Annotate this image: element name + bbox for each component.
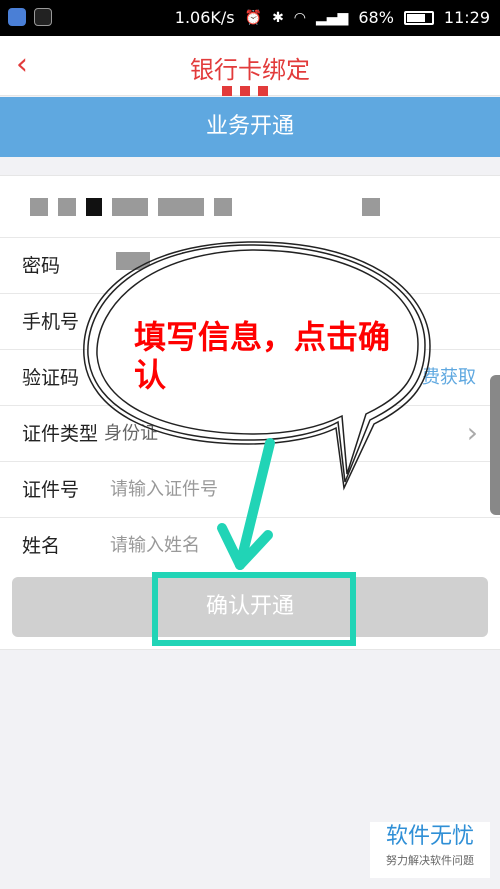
battery-icon <box>403 10 434 25</box>
card-number-row <box>0 176 500 238</box>
name-label: 姓名 <box>22 535 61 557</box>
annotation-text: 填写信息，点击确认 <box>134 318 391 394</box>
id-type-row[interactable]: 证件类型 身份证 › <box>0 406 500 462</box>
id-type-value: 身份证 <box>104 423 158 444</box>
get-code-button[interactable]: 费获取 <box>422 350 476 406</box>
chevron-right-icon: › <box>466 416 478 449</box>
wifi-icon: ◠ <box>293 9 307 26</box>
masked-password <box>116 252 150 270</box>
clock: 11:29 <box>443 8 490 27</box>
alarm-icon: ⏰ <box>244 9 263 26</box>
network-speed: 1.06K/s <box>174 8 235 27</box>
section-banner: 业务开通 <box>0 97 500 157</box>
notification-icons <box>8 8 52 26</box>
title-bar: ‹ 银行卡绑定 <box>0 36 500 96</box>
status-right: 1.06K/s ⏰ ✱ ◠ ▂▄▆ 68% 11:29 <box>175 8 490 27</box>
battery-percent: 68% <box>358 8 394 27</box>
shield-icon <box>8 8 26 26</box>
redaction-marks <box>222 86 268 96</box>
name-row[interactable]: 姓名 请输入姓名 <box>0 518 500 574</box>
masked-password-2 <box>182 252 232 270</box>
password-row[interactable]: 密码 <box>0 238 500 294</box>
id-number-label: 证件号 <box>22 479 80 501</box>
highlight-box <box>152 572 356 646</box>
password-label: 密码 <box>22 255 61 277</box>
phone-label: 手机号 <box>22 311 80 333</box>
watermark-title: 软件无忧 <box>385 824 474 849</box>
code-label: 验证码 <box>22 367 80 389</box>
watermark: 软件无忧 努力解决软件问题 <box>370 822 490 878</box>
side-pull-tab[interactable] <box>490 375 500 515</box>
bluetooth-icon: ✱ <box>272 9 284 26</box>
id-type-label: 证件类型 <box>22 423 99 445</box>
masked-card-number <box>30 198 380 218</box>
page-title: 银行卡绑定 <box>190 56 310 84</box>
qq-icon <box>34 8 52 26</box>
id-number-row[interactable]: 证件号 请输入证件号 <box>0 462 500 518</box>
status-bar: 1.06K/s ⏰ ✱ ◠ ▂▄▆ 68% 11:29 <box>0 0 500 36</box>
watermark-subtitle: 努力解决软件问题 <box>386 854 474 867</box>
id-number-input[interactable]: 请输入证件号 <box>110 462 218 518</box>
signal-icon: ▂▄▆ <box>316 9 349 26</box>
name-input[interactable]: 请输入姓名 <box>110 518 200 574</box>
